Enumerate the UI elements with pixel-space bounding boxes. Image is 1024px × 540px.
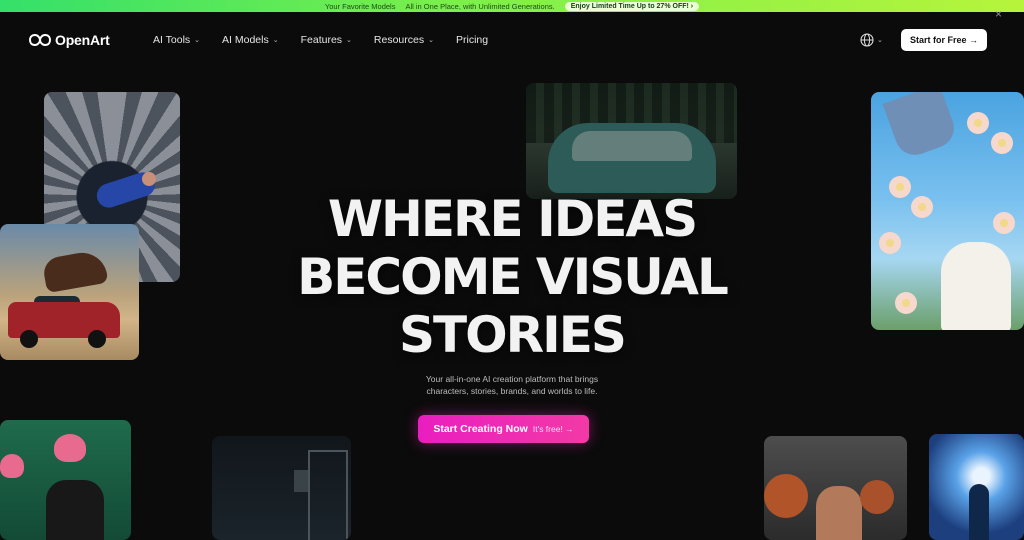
hero-subtitle-line-2: characters, stories, brands, and worlds … <box>426 386 598 396</box>
chevron-down-icon: ⌄ <box>877 37 883 44</box>
bus-shelter <box>308 450 348 540</box>
infinity-logo-icon <box>29 33 51 47</box>
bus-sign <box>294 470 308 492</box>
language-selector[interactable]: ⌄ <box>860 33 883 47</box>
car-wheel <box>20 330 38 348</box>
gallery-image-horse-car <box>0 224 139 360</box>
cta-label: Start Creating Now <box>433 423 528 435</box>
car-windshield <box>572 131 692 161</box>
nav-item-label: AI Models <box>222 34 269 46</box>
hair-shape <box>54 434 86 462</box>
flower <box>889 176 911 198</box>
gallery-image-vintage-car <box>526 83 737 199</box>
chevron-down-icon: ⌄ <box>346 37 352 44</box>
nav-item-label: Resources <box>373 34 425 46</box>
promo-text-2: All in One Place, with Unlimited Generat… <box>405 1 555 11</box>
logo[interactable]: OpenArt <box>29 32 110 48</box>
gallery-image-flowers <box>871 92 1024 330</box>
chevron-down-icon: ⌄ <box>194 37 201 44</box>
promo-text-1: Your Favorite Models <box>324 1 396 11</box>
astronaut-head <box>142 172 156 186</box>
nav-ai-models[interactable]: AI Models ⌄ <box>222 34 279 46</box>
gallery-image-glowing-door <box>929 434 1024 540</box>
horse-shape <box>41 248 109 294</box>
gallery-image-bus-stop <box>212 436 351 540</box>
nav-item-label: AI Tools <box>153 34 191 46</box>
logo-text: OpenArt <box>55 32 110 48</box>
hair-shape <box>0 454 24 478</box>
figure-legs <box>882 92 960 161</box>
promo-offer-pill[interactable]: Enjoy Limited Time Up to 27% OFF! › <box>564 1 700 11</box>
nav-item-label: Features <box>300 34 343 46</box>
chevron-down-icon: ⌄ <box>428 37 434 44</box>
hero-title-line-2: BECOME VISUAL <box>297 248 729 306</box>
car-wheel <box>88 330 106 348</box>
gallery-image-basketball <box>764 436 907 540</box>
nav-item-label: Pricing <box>456 34 489 46</box>
nav-resources[interactable]: Resources ⌄ <box>374 34 434 46</box>
globe-icon <box>860 33 874 47</box>
hero-subtitle: Your all-in-one AI creation platform tha… <box>362 373 662 397</box>
hero-subtitle-line-1: Your all-in-one AI creation platform tha… <box>425 374 599 384</box>
flower <box>991 132 1013 154</box>
hero-title-line-3: STORIES <box>399 306 627 364</box>
chevron-down-icon: ⌄ <box>272 37 279 44</box>
start-for-free-button[interactable]: Start for Free → <box>901 29 987 51</box>
gallery-image-pink-hair <box>0 420 131 540</box>
hero-title: WHERE IDEAS BECOME VISUAL STORIES <box>212 190 812 364</box>
flower <box>993 212 1015 234</box>
start-creating-button[interactable]: Start Creating Now It's free! → <box>418 415 589 443</box>
basketball <box>860 480 894 514</box>
promo-banner[interactable]: Your Favorite Models All in One Place, w… <box>0 0 1024 12</box>
athlete <box>816 486 862 540</box>
close-icon[interactable]: × <box>995 8 1002 20</box>
nav-features[interactable]: Features ⌄ <box>301 34 352 46</box>
black-coat <box>46 480 104 540</box>
flower <box>911 196 933 218</box>
cta-note: It's free! → <box>532 424 574 434</box>
nav-ai-tools[interactable]: AI Tools ⌄ <box>153 34 200 46</box>
white-dress <box>941 242 1011 330</box>
main-menu: AI Tools ⌄ AI Models ⌄ Features ⌄ Resour… <box>153 34 488 46</box>
nav-pricing[interactable]: Pricing <box>456 34 488 46</box>
flower <box>879 232 901 254</box>
flower <box>967 112 989 134</box>
hero-title-line-1: WHERE IDEAS <box>327 190 698 248</box>
basketball <box>764 474 808 518</box>
silhouette-figure <box>969 484 989 540</box>
flower <box>895 292 917 314</box>
top-nav: OpenArt AI Tools ⌄ AI Models ⌄ Features … <box>0 26 1024 54</box>
